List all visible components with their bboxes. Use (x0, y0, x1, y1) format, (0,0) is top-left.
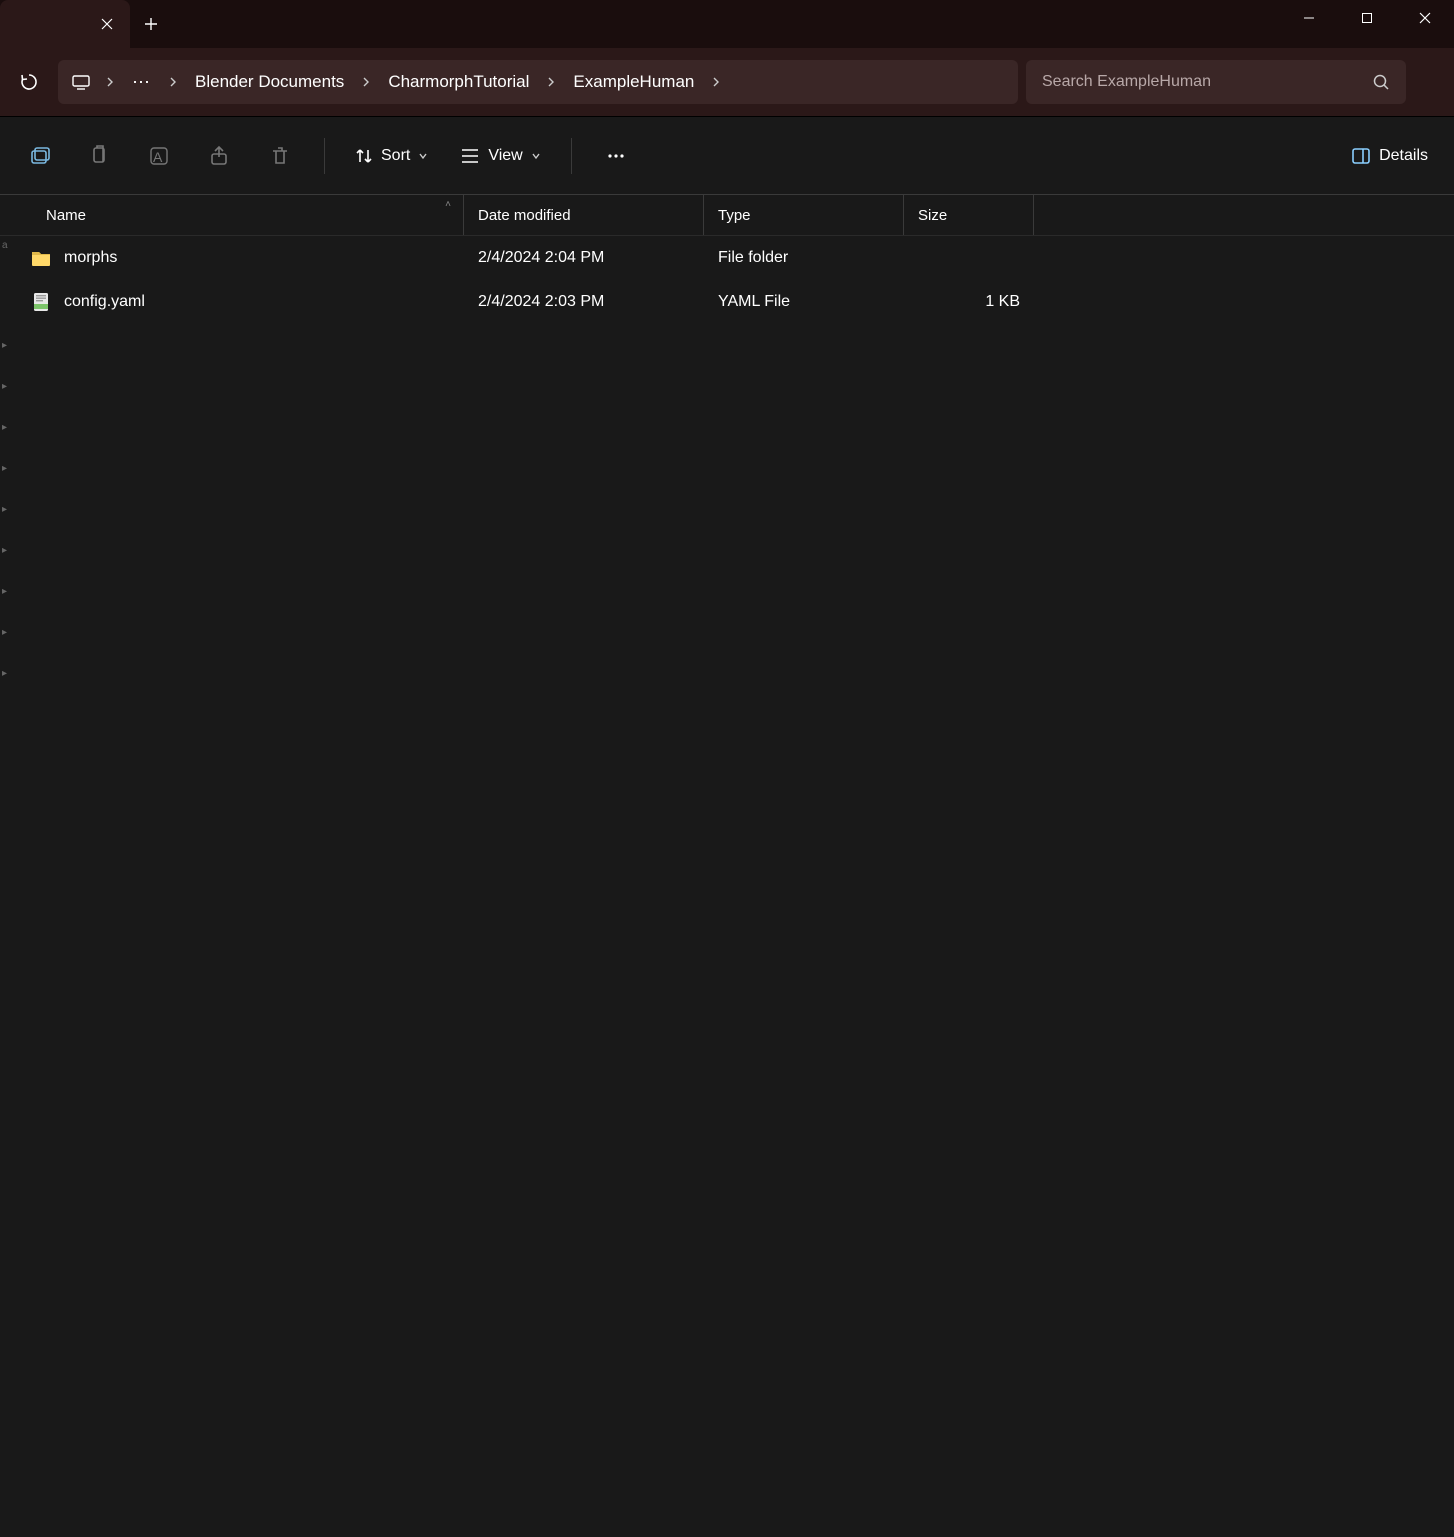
maximize-button[interactable] (1338, 0, 1396, 36)
delete-button[interactable] (256, 132, 304, 180)
cut-button[interactable] (76, 132, 124, 180)
search-icon[interactable] (1372, 73, 1390, 91)
minimize-button[interactable] (1280, 0, 1338, 36)
divider (324, 138, 325, 174)
share-button[interactable] (196, 132, 244, 180)
sidebar-stub[interactable]: a (0, 240, 8, 251)
breadcrumb-item[interactable]: CharmorphTutorial (384, 72, 533, 92)
expand-caret-icon[interactable]: ▸ (0, 504, 12, 515)
chevron-right-icon[interactable] (100, 77, 120, 87)
pc-icon (70, 71, 92, 93)
chevron-down-icon (531, 151, 541, 161)
file-type: File folder (704, 249, 904, 267)
chevron-right-icon[interactable] (356, 77, 376, 87)
file-date: 2/4/2024 2:04 PM (464, 249, 704, 267)
chevron-down-icon (418, 151, 428, 161)
file-date: 2/4/2024 2:03 PM (464, 293, 704, 311)
chevron-right-icon[interactable] (163, 77, 183, 87)
column-date[interactable]: Date modified (464, 195, 704, 235)
expand-caret-icon[interactable]: ▸ (0, 586, 12, 597)
file-icon (30, 291, 52, 313)
close-window-button[interactable] (1396, 0, 1454, 36)
copy-button[interactable]: A (136, 132, 184, 180)
divider (571, 138, 572, 174)
new-tab-button[interactable] (130, 0, 172, 48)
search-input[interactable] (1042, 73, 1364, 91)
search-bar[interactable] (1026, 60, 1406, 104)
view-label: View (488, 147, 522, 165)
nav-pane-edge: a ▸ ▸ ▸ ▸ ▸ ▸ ▸ ▸ ▸ (0, 340, 12, 679)
chevron-right-icon[interactable] (541, 77, 561, 87)
refresh-button[interactable] (8, 61, 50, 103)
file-row[interactable]: config.yaml 2/4/2024 2:03 PMYAML File1 KB (0, 280, 1454, 324)
tab-active[interactable] (0, 0, 130, 48)
file-type: YAML File (704, 293, 904, 311)
details-label: Details (1379, 147, 1428, 165)
breadcrumb-item[interactable]: ExampleHuman (569, 72, 698, 92)
close-tab-icon[interactable] (100, 17, 114, 31)
folder-icon (30, 247, 52, 269)
sort-asc-icon: ˄ (445, 199, 451, 210)
command-bar: A Sort View Details (0, 116, 1454, 194)
expand-caret-icon[interactable]: ▸ (0, 381, 12, 392)
expand-caret-icon[interactable]: ▸ (0, 340, 12, 351)
window-controls (1280, 0, 1454, 36)
chevron-right-icon[interactable] (706, 77, 726, 87)
breadcrumb-item[interactable]: Blender Documents (191, 72, 348, 92)
file-row[interactable]: morphs 2/4/2024 2:04 PMFile folder (0, 236, 1454, 280)
expand-caret-icon[interactable]: ▸ (0, 422, 12, 433)
address-toolbar: ⋯ Blender Documents CharmorphTutorial Ex… (0, 48, 1454, 116)
expand-caret-icon[interactable]: ▸ (0, 668, 12, 679)
view-button[interactable]: View (450, 132, 550, 180)
address-bar[interactable]: ⋯ Blender Documents CharmorphTutorial Ex… (58, 60, 1018, 104)
expand-caret-icon[interactable]: ▸ (0, 463, 12, 474)
sort-label: Sort (381, 147, 410, 165)
expand-caret-icon[interactable]: ▸ (0, 545, 12, 556)
titlebar (0, 0, 1454, 48)
new-folder-button[interactable] (16, 132, 64, 180)
breadcrumb-overflow[interactable]: ⋯ (128, 72, 155, 93)
column-headers: Name ˄ Date modified Type Size (0, 194, 1454, 236)
more-button[interactable] (592, 132, 640, 180)
sort-button[interactable]: Sort (345, 132, 438, 180)
svg-text:A: A (153, 149, 163, 165)
file-list: morphs 2/4/2024 2:04 PMFile folder config.… (0, 236, 1454, 1537)
column-type[interactable]: Type (704, 195, 904, 235)
file-name: config.yaml (64, 293, 145, 311)
file-size: 1 KB (904, 293, 1034, 311)
details-button[interactable]: Details (1341, 132, 1438, 180)
column-size[interactable]: Size (904, 195, 1034, 235)
file-name: morphs (64, 249, 117, 267)
expand-caret-icon[interactable]: ▸ (0, 627, 12, 638)
column-name[interactable]: Name ˄ (0, 195, 464, 235)
